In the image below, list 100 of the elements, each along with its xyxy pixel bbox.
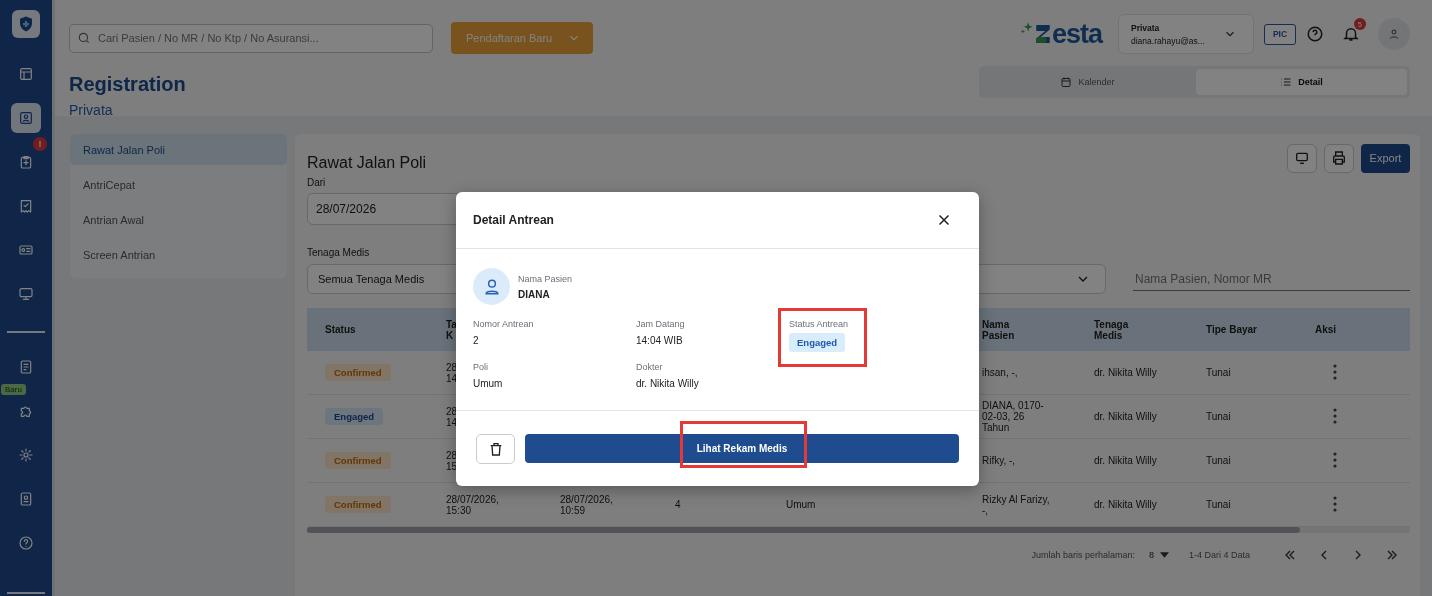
field-value: 2 <box>473 335 479 346</box>
z-logo-icon <box>1033 22 1052 46</box>
view-medical-record-button[interactable]: Lihat Rekam Medis <box>525 434 959 463</box>
rows-per-page-label: Jumlah baris perhalaman: <box>1031 550 1135 560</box>
page-title: Registration <box>69 73 187 96</box>
new-registration-button[interactable]: Pendaftaran Baru <box>451 22 593 54</box>
patient-name: DIANA <box>518 288 551 300</box>
status-badge: Engaged <box>789 333 846 352</box>
field-label: Status Antrean <box>789 319 849 329</box>
sparkle-icon <box>1019 20 1034 35</box>
field-value: 14:04 WIB <box>636 335 683 346</box>
new-badge: Baru <box>1 384 26 395</box>
export-button[interactable]: Export <box>1361 143 1410 173</box>
printer-icon <box>1331 150 1347 166</box>
table-cell: Tunai <box>1206 455 1231 466</box>
pic-button[interactable]: PIC <box>1264 23 1296 45</box>
table-cell: Umum <box>786 499 816 510</box>
account-selector[interactable]: Privata diana.rahayu@as... <box>1118 14 1254 54</box>
search-icon <box>77 30 91 45</box>
page-subtitle: Privata <box>69 102 114 118</box>
account-email: diana.rahayu@as... <box>1131 35 1205 46</box>
table-cell: 28/07/2026, 10:59 <box>560 493 613 516</box>
table-cell: Tunai <box>1206 367 1231 378</box>
checklist-icon <box>18 198 34 214</box>
bell-icon[interactable] <box>1342 25 1360 43</box>
search-field[interactable]: Cari Pasien / No MR / No Ktp / No Asuransi... <box>69 23 433 53</box>
date-value: 28/07/2026 <box>316 202 377 216</box>
page-range: 1-4 Dari 4 Data <box>1188 550 1250 560</box>
field-label: Dari <box>307 177 327 188</box>
field-value: dr. Nikita Willy <box>636 378 699 389</box>
gear-icon <box>18 447 34 463</box>
table-cell: 28 15 <box>446 449 458 472</box>
puzzle-icon <box>18 403 34 419</box>
field-label: Nama Pasien <box>518 273 573 284</box>
menu-item[interactable]: AntriCepat <box>70 169 287 200</box>
table-cell: 28 14 <box>446 361 458 384</box>
status-badge: Confirmed <box>325 364 391 381</box>
id-card-icon <box>18 110 34 126</box>
print-button[interactable] <box>1324 143 1354 173</box>
column-header: Status <box>325 324 356 335</box>
column-header: Tenaga Medis <box>1094 318 1129 341</box>
more-icon[interactable] <box>1333 363 1337 380</box>
logo-wordmark: esta <box>1051 20 1102 48</box>
table-cell: 28/07/2026, 15:30 <box>446 493 499 516</box>
field-value: Umum <box>473 378 503 389</box>
alert-badge: ! <box>33 137 47 151</box>
field-label: Dokter <box>636 362 663 372</box>
column-header: Nama Pasien <box>982 318 1015 341</box>
more-icon[interactable] <box>1333 451 1337 468</box>
display-button[interactable] <box>1287 143 1317 173</box>
more-icon[interactable] <box>1333 495 1337 512</box>
field-label: Tenaga Medis <box>307 247 371 258</box>
patient-avatar <box>473 268 510 305</box>
status-badge: Confirmed <box>325 496 391 513</box>
status-badge: Engaged <box>325 408 384 425</box>
menu-item[interactable]: Rawat Jalan Poli <box>70 134 287 165</box>
rows-per-page-select[interactable]: 8 <box>1148 550 1169 560</box>
more-icon[interactable] <box>1333 407 1337 424</box>
person-icon <box>1388 28 1400 40</box>
table-cell: ihsan, -, <box>982 367 1018 378</box>
calendar-icon <box>1060 76 1073 88</box>
field-label: Jam Datang <box>636 319 685 329</box>
view-tab[interactable]: Kalender <box>982 69 1193 95</box>
field-label: Nomor Antrean <box>473 319 534 329</box>
clipboard-icon <box>18 154 34 170</box>
sidebar-item[interactable] <box>11 103 41 133</box>
table-cell: dr. Nikita Willy <box>1094 455 1157 466</box>
table-cell: Tunai <box>1206 411 1231 422</box>
table-cell: dr. Nikita Willy <box>1094 367 1157 378</box>
table-cell: 4 <box>675 499 681 510</box>
field-label: Poli <box>473 362 488 372</box>
monitor-icon <box>1294 150 1310 166</box>
badge-card-icon <box>18 491 34 507</box>
help-icon <box>18 535 34 551</box>
table-cell: Tunai <box>1206 499 1231 510</box>
account-name: Privata <box>1131 22 1161 33</box>
view-tab[interactable]: Detail <box>1196 69 1407 95</box>
table-cell: 28 14 <box>446 405 458 428</box>
delete-button[interactable] <box>476 433 515 464</box>
table-cell-text: DIANA, 0170-02-03, 26 Tahun <box>982 400 1045 433</box>
column-header: Ta K <box>446 318 457 341</box>
card-icon <box>18 242 34 258</box>
menu-item[interactable]: Screen Antrian <box>70 239 287 270</box>
menu-item[interactable]: Antrian Awal <box>70 204 287 235</box>
help-icon[interactable] <box>1306 25 1324 43</box>
shield-logo-icon[interactable] <box>12 10 40 38</box>
patient-search-field[interactable]: Nama Pasien, Nomor MR <box>1133 267 1410 291</box>
column-header: Tipe Bayar <box>1206 324 1257 335</box>
column-header: Aksi <box>1315 324 1337 335</box>
table-cell: dr. Nikita Willy <box>1094 499 1157 510</box>
monitor-icon <box>18 286 34 302</box>
table-cell: dr. Nikita Willy <box>1094 411 1157 422</box>
scrollbar[interactable] <box>307 527 1410 533</box>
section-title: Rawat Jalan Poli <box>307 154 427 172</box>
document-icon <box>18 359 34 375</box>
caret-icon <box>1159 552 1169 558</box>
table-cell-text: Rizky Al Farizy, -, <box>982 493 1051 516</box>
status-badge: Confirmed <box>325 452 391 469</box>
table-cell: Rifky, -, <box>982 455 1016 466</box>
layout-icon <box>18 66 34 82</box>
